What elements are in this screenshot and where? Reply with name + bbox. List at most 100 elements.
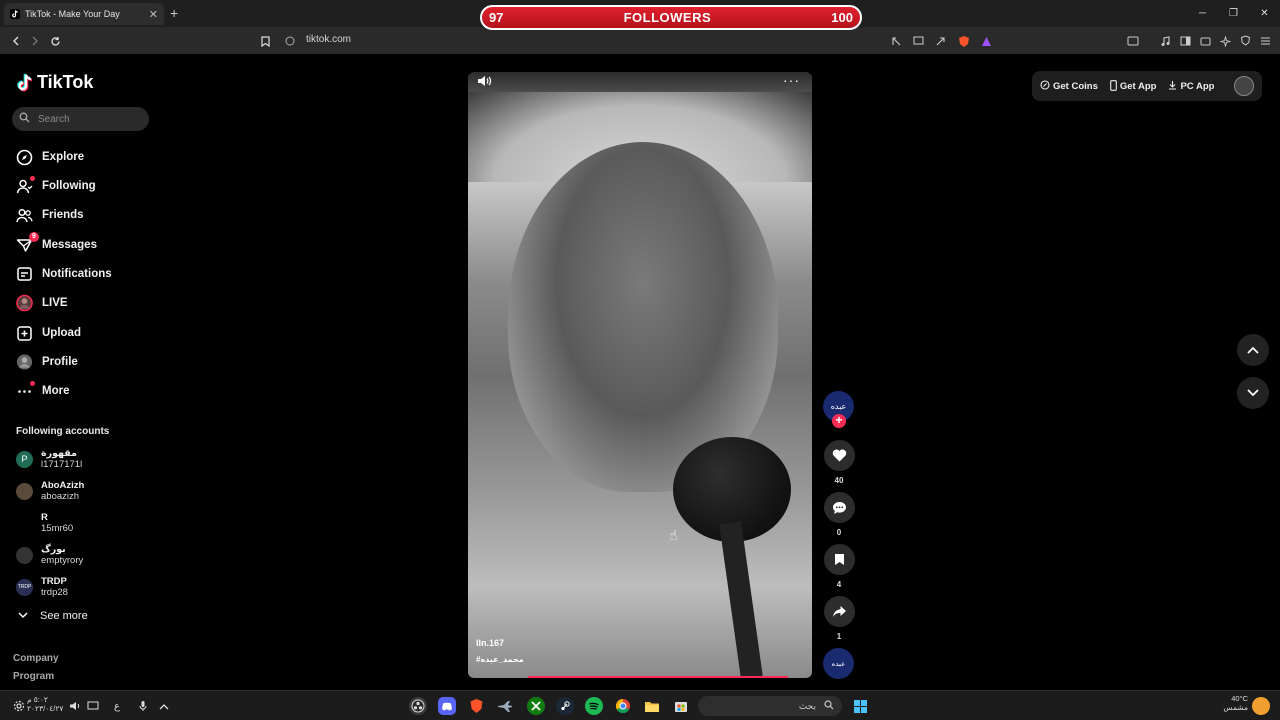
heart-icon[interactable] [823, 440, 855, 471]
screenshot-icon[interactable] [1125, 33, 1141, 49]
following-account-item[interactable]: AboAzizh aboazizh [16, 480, 84, 502]
following-account-item[interactable]: بورگ emptyrory [16, 544, 83, 566]
sidebar-item-notifications[interactable]: Notifications [16, 263, 112, 285]
windows-start-icon[interactable] [851, 697, 869, 715]
sidebar-item-profile[interactable]: Profile [16, 351, 78, 373]
forward-arrow-icon[interactable] [27, 33, 43, 49]
input-language-indicator[interactable]: ع [108, 697, 126, 715]
reload-icon[interactable] [47, 33, 63, 49]
get-app-label: Get App [1119, 80, 1157, 92]
following-account-item[interactable]: P مقهورة l1717171l [16, 448, 82, 470]
minimize-button[interactable]: ─ [1187, 0, 1218, 27]
video-more-options-icon[interactable]: ··· [783, 72, 800, 88]
chrome-app-icon[interactable] [614, 697, 632, 715]
speaker-icon[interactable] [66, 697, 84, 715]
taskbar-clock[interactable]: ٥:٠٢ م ٢٠٢٣/٠٤/٢٧ [27, 695, 63, 713]
comment-action[interactable]: 0 [823, 492, 855, 537]
get-coins-label: Get Coins [1053, 80, 1098, 92]
search-icon [824, 700, 834, 712]
video-author[interactable]: lln.167 [476, 638, 504, 648]
following-account-item[interactable]: R 15mr60 [16, 512, 73, 534]
microphone-icon[interactable] [134, 697, 152, 715]
see-more-button[interactable]: See more [18, 610, 88, 622]
tiktok-favicon-icon [10, 9, 20, 19]
share-arrow-icon[interactable] [823, 596, 855, 627]
site-info-icon[interactable] [282, 33, 298, 49]
following-account-item[interactable]: TRDP TRDP trdp28 [16, 576, 68, 598]
maximize-button[interactable]: ❐ [1218, 0, 1249, 27]
sidebar-item-live[interactable]: LIVE [16, 292, 68, 314]
followers-progress-overlay: 97 FOLLOWERS 100 [480, 5, 862, 30]
new-tab-button[interactable]: + [170, 5, 178, 21]
taskbar-weather[interactable]: 40°C مشمس [1220, 694, 1248, 712]
sidebar-item-messages[interactable]: 9 Messages [16, 231, 97, 256]
xbox-app-icon[interactable] [527, 697, 545, 715]
close-window-button[interactable]: ✕ [1249, 0, 1280, 27]
chevron-down-icon [18, 610, 28, 622]
volume-icon[interactable] [476, 74, 492, 93]
follow-plus-button[interactable]: + [832, 414, 846, 428]
account-avatar [16, 546, 33, 564]
sidebar-item-following[interactable]: Following [16, 175, 96, 197]
weather-sun-icon[interactable] [1252, 697, 1270, 715]
video-hashtags[interactable]: #محمد_عبده [476, 655, 524, 664]
sidebar-item-friends[interactable]: Friends [16, 204, 84, 226]
no-translate-icon[interactable] [888, 33, 904, 49]
network-icon[interactable] [84, 697, 102, 715]
video-progress-bar[interactable] [528, 676, 788, 678]
taskbar-time: ٥:٠٢ م [27, 695, 48, 704]
taskbar-search[interactable]: بحث [698, 696, 842, 716]
tab-title: TikTok - Make Your Day [25, 9, 120, 19]
file-explorer-icon[interactable] [643, 697, 661, 715]
video-frame-mic-stand [719, 521, 763, 678]
get-coins-button[interactable]: Get Coins [1040, 80, 1098, 92]
footer-link-program[interactable]: Program [13, 671, 54, 682]
address-bar-url[interactable]: tiktok.com [306, 34, 351, 45]
share-action[interactable]: 1 [823, 596, 855, 641]
brave-shields-icon[interactable] [956, 33, 972, 49]
brave-browser-icon[interactable] [467, 697, 485, 715]
sidebar-item-explore[interactable]: Explore [16, 146, 84, 168]
media-control-icon[interactable] [1157, 33, 1173, 49]
save-action[interactable]: 4 [823, 544, 855, 589]
bookmark-icon[interactable] [823, 544, 855, 575]
get-app-button[interactable]: Get App [1110, 79, 1157, 93]
sidebar-item-more[interactable]: More [16, 380, 69, 402]
share-icon[interactable] [932, 33, 948, 49]
steam-app-icon[interactable] [556, 697, 574, 715]
spotify-app-icon[interactable] [585, 697, 603, 715]
like-action[interactable]: 40 [823, 440, 855, 485]
obs-app-icon[interactable] [409, 697, 427, 715]
next-video-button[interactable] [1237, 377, 1269, 409]
brave-rewards-icon[interactable] [978, 33, 994, 49]
discord-app-icon[interactable] [438, 697, 456, 715]
pc-app-label: PC App [1180, 80, 1215, 92]
bookmark-icon[interactable] [257, 33, 273, 49]
sidebar-item-upload[interactable]: Upload [16, 322, 81, 344]
vpn-shield-icon[interactable] [1237, 33, 1253, 49]
chevron-up-icon[interactable] [155, 697, 173, 715]
tiktok-logo[interactable]: TikTok [16, 72, 93, 93]
comment-icon[interactable] [823, 492, 855, 523]
settings-gear-icon[interactable] [10, 697, 28, 715]
sound-disc[interactable]: عبده [823, 648, 854, 679]
cast-icon[interactable] [910, 33, 926, 49]
footer-link-company[interactable]: Company [13, 653, 59, 664]
search-input[interactable] [38, 113, 138, 125]
browser-navigation-bar: tiktok.com [0, 27, 1280, 54]
browser-tab[interactable]: TikTok - Make Your Day ✕ [4, 3, 164, 25]
search-bar[interactable] [12, 107, 149, 131]
previous-video-button[interactable] [1237, 334, 1269, 366]
leo-ai-icon[interactable] [1217, 33, 1233, 49]
sidebar-toggle-icon[interactable] [1177, 33, 1193, 49]
tab-close-icon[interactable]: ✕ [149, 8, 158, 21]
airplane-app-icon[interactable] [496, 697, 514, 715]
back-arrow-icon[interactable] [8, 33, 24, 49]
microsoft-store-icon[interactable] [672, 697, 690, 715]
like-count: 40 [834, 476, 844, 485]
user-avatar[interactable] [1234, 76, 1254, 96]
wallet-icon[interactable] [1197, 33, 1213, 49]
menu-hamburger-icon[interactable] [1257, 33, 1273, 49]
video-player[interactable]: ··· lln.167 #محمد_عبده [468, 72, 812, 678]
pc-app-button[interactable]: PC App [1168, 80, 1214, 92]
